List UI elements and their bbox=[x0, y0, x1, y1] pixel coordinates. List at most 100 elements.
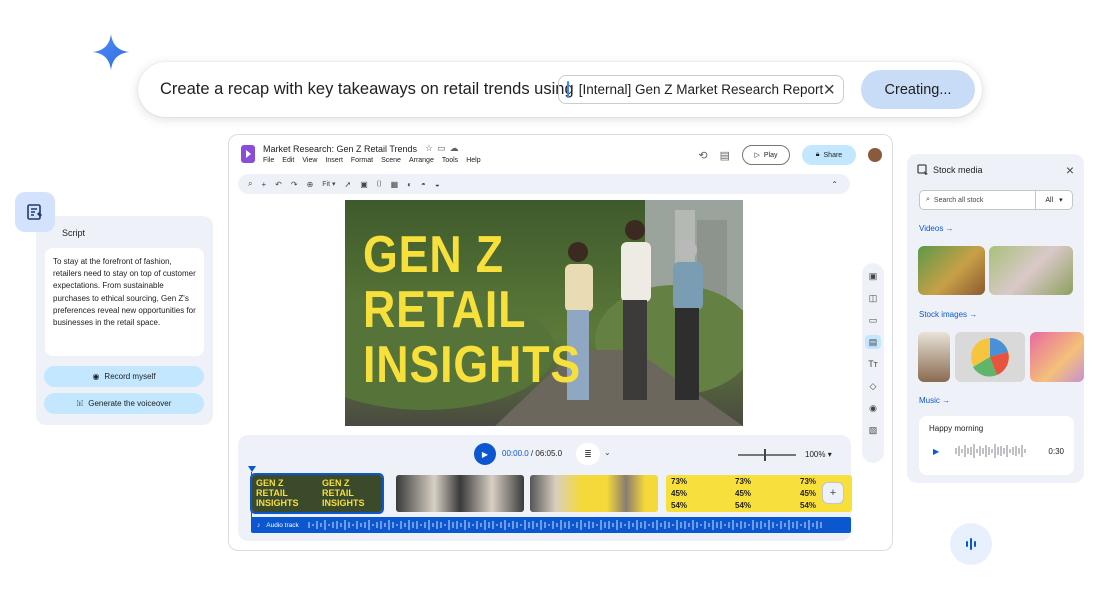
remove-attachment-icon[interactable]: × bbox=[823, 80, 835, 100]
stock-search-input[interactable]: ⌕ Search all stock bbox=[919, 190, 1036, 210]
menu-scene[interactable]: Scene bbox=[381, 157, 401, 164]
audio-track[interactable]: ♪ Audio track bbox=[251, 517, 851, 533]
creating-status-button[interactable]: Creating... bbox=[861, 70, 975, 109]
generate-voiceover-button[interactable]: ⁞ı⁞ Generate the voiceover bbox=[44, 393, 204, 414]
clip-headline-b: GEN Z RETAIL INSIGHTS bbox=[322, 478, 365, 508]
script-text[interactable]: To stay at the forefront of fashion, ret… bbox=[45, 248, 204, 356]
close-icon[interactable]: × bbox=[1066, 162, 1074, 178]
search-icon[interactable]: ⌕ bbox=[248, 179, 252, 189]
music-track-title: Happy morning bbox=[929, 424, 984, 433]
menu-insert[interactable]: Insert bbox=[325, 157, 343, 164]
music-section-link[interactable]: Music → bbox=[919, 396, 950, 405]
folder-icon[interactable]: ▭ bbox=[865, 313, 881, 327]
voiceover-icon: ⁞ı⁞ bbox=[76, 399, 84, 408]
add-icon[interactable]: + bbox=[261, 180, 266, 189]
record-myself-label: Record myself bbox=[104, 372, 156, 381]
zoom-fit-label: Fit bbox=[322, 181, 331, 188]
templates-icon[interactable]: ▧ bbox=[865, 423, 881, 437]
text-icon[interactable]: Tᴛ bbox=[865, 357, 881, 371]
background-icon[interactable]: ▦ bbox=[391, 180, 399, 189]
play-button[interactable]: ▷ Play bbox=[742, 145, 790, 165]
share-label: Share bbox=[823, 151, 843, 159]
zoom-icon[interactable]: ⊕ bbox=[307, 180, 314, 189]
clip-impact-scene[interactable] bbox=[530, 475, 658, 512]
stat-c-1: 73% bbox=[800, 477, 817, 486]
paint-format-icon[interactable]: ⌷ bbox=[377, 179, 382, 189]
video-thumbnail[interactable] bbox=[918, 246, 985, 295]
redo-icon[interactable]: ↷ bbox=[291, 180, 298, 189]
zoom-select[interactable]: Fit ▾ bbox=[322, 180, 335, 188]
avatar[interactable] bbox=[868, 148, 882, 162]
video-editor-window: Market Research: Gen Z Retail Trends ☆▭☁… bbox=[228, 134, 893, 551]
attachment-chip[interactable]: [Internal] Gen Z Market Research Report … bbox=[558, 75, 844, 104]
undo-icon[interactable]: ↶ bbox=[275, 180, 282, 189]
stock-media-panel: Stock media × ⌕ Search all stock All ▾ Vid… bbox=[907, 154, 1084, 483]
share-button[interactable]: 🔒︎ Share bbox=[802, 145, 856, 165]
clip-title-scene[interactable]: GEN Z RETAIL INSIGHTS GEN Z RETAIL INSIGHTS bbox=[250, 473, 384, 514]
move-folder-icon[interactable]: ▭ bbox=[437, 143, 450, 153]
music-waveform bbox=[955, 444, 1026, 458]
music-section-label: Music bbox=[919, 396, 940, 405]
menu-edit[interactable]: Edit bbox=[282, 157, 294, 164]
menu-tools[interactable]: Tools bbox=[442, 157, 458, 164]
scene-canvas[interactable]: GEN Z RETAIL INSIGHTS bbox=[345, 200, 743, 426]
audio-track-label: Audio track bbox=[266, 521, 299, 529]
version-history-icon[interactable]: ⟲ bbox=[698, 149, 707, 162]
record-myself-button[interactable]: ◉ Record myself bbox=[44, 366, 204, 387]
collapse-toolbar-icon[interactable]: ⌃ bbox=[831, 180, 838, 189]
image-thumbnail[interactable] bbox=[1030, 332, 1084, 382]
prompt-text: Create a recap with key takeaways on ret… bbox=[160, 80, 574, 98]
video-thumbnail[interactable] bbox=[989, 246, 1073, 295]
slider-thumb[interactable] bbox=[764, 449, 766, 461]
timeline-play-button[interactable]: ▶ bbox=[474, 443, 496, 465]
timeline-zoom-select[interactable]: 100% ▾ bbox=[805, 450, 832, 459]
shapes-icon[interactable]: ◇ bbox=[865, 379, 881, 393]
record-screen-icon[interactable]: ▣ bbox=[865, 269, 881, 283]
star-icon[interactable]: ☆ bbox=[425, 143, 437, 153]
stock-images-section-link[interactable]: Stock images → bbox=[919, 310, 977, 319]
menu-format[interactable]: Format bbox=[351, 157, 373, 164]
timeline-zoom-slider[interactable] bbox=[738, 449, 796, 461]
chevron-down-icon[interactable]: ⌄ bbox=[604, 448, 611, 457]
image-thumbnail[interactable] bbox=[955, 332, 1025, 382]
stock-filter-select[interactable]: All ▾ bbox=[1036, 190, 1073, 210]
stat-b-1: 73% bbox=[735, 477, 752, 486]
playhead-marker[interactable] bbox=[248, 466, 256, 472]
stock-media-icon[interactable]: ▤ bbox=[865, 335, 881, 349]
comments-icon[interactable]: ▤ bbox=[720, 149, 730, 162]
music-note-icon: ♪ bbox=[257, 521, 261, 529]
add-scene-button[interactable]: + bbox=[822, 482, 844, 504]
menu-file[interactable]: File bbox=[263, 157, 274, 164]
stock-search-placeholder: Search all stock bbox=[933, 196, 984, 204]
vids-logo-icon bbox=[241, 145, 255, 163]
clip-headline-b-line-1: GEN Z bbox=[322, 478, 350, 488]
voice-input-button[interactable] bbox=[950, 523, 992, 565]
lock-icon: 🔒︎ bbox=[815, 151, 820, 158]
script-icon[interactable] bbox=[15, 192, 55, 232]
select-pointer-icon[interactable]: ➚ bbox=[345, 180, 352, 189]
menu-view[interactable]: View bbox=[302, 157, 317, 164]
fill-color-icon[interactable]: ◓ bbox=[421, 180, 426, 189]
effects-icon[interactable]: ◒ bbox=[435, 180, 440, 189]
music-track-card[interactable]: Happy morning ▶ 0:30 bbox=[919, 416, 1074, 475]
music-play-icon[interactable]: ▶ bbox=[933, 447, 939, 456]
headline-line-3: INSIGHTS bbox=[363, 336, 582, 394]
music-track-duration: 0:30 bbox=[1048, 447, 1064, 456]
videos-section-link[interactable]: Videos → bbox=[919, 224, 954, 233]
gemini-sparkle-icon bbox=[92, 33, 130, 71]
generate-voiceover-label: Generate the voiceover bbox=[88, 399, 172, 408]
menu-arrange[interactable]: Arrange bbox=[409, 157, 434, 164]
palette-icon[interactable]: ◐ bbox=[407, 180, 412, 189]
menu-help[interactable]: Help bbox=[466, 157, 480, 164]
document-title[interactable]: Market Research: Gen Z Retail Trends bbox=[263, 144, 417, 154]
record-icon[interactable]: ◉ bbox=[865, 401, 881, 415]
media-library-icon[interactable]: ◫ bbox=[865, 291, 881, 305]
image-thumbnail[interactable] bbox=[918, 332, 950, 382]
canvas-headline[interactable]: GEN Z RETAIL INSIGHTS bbox=[363, 228, 581, 393]
captions-icon[interactable]: ≣ bbox=[576, 443, 600, 465]
stat-b-2: 45% bbox=[735, 489, 752, 498]
clip-interview[interactable] bbox=[396, 475, 524, 512]
toolbar: ⌕ + ↶ ↷ ⊕ Fit ▾ ➚ ▣ ⌷ ▦ ◐ ◓ ◒ ⌃ bbox=[238, 174, 850, 194]
prompt-bar[interactable]: Create a recap with key takeaways on ret… bbox=[138, 62, 982, 117]
comment-add-icon[interactable]: ▣ bbox=[360, 180, 368, 189]
